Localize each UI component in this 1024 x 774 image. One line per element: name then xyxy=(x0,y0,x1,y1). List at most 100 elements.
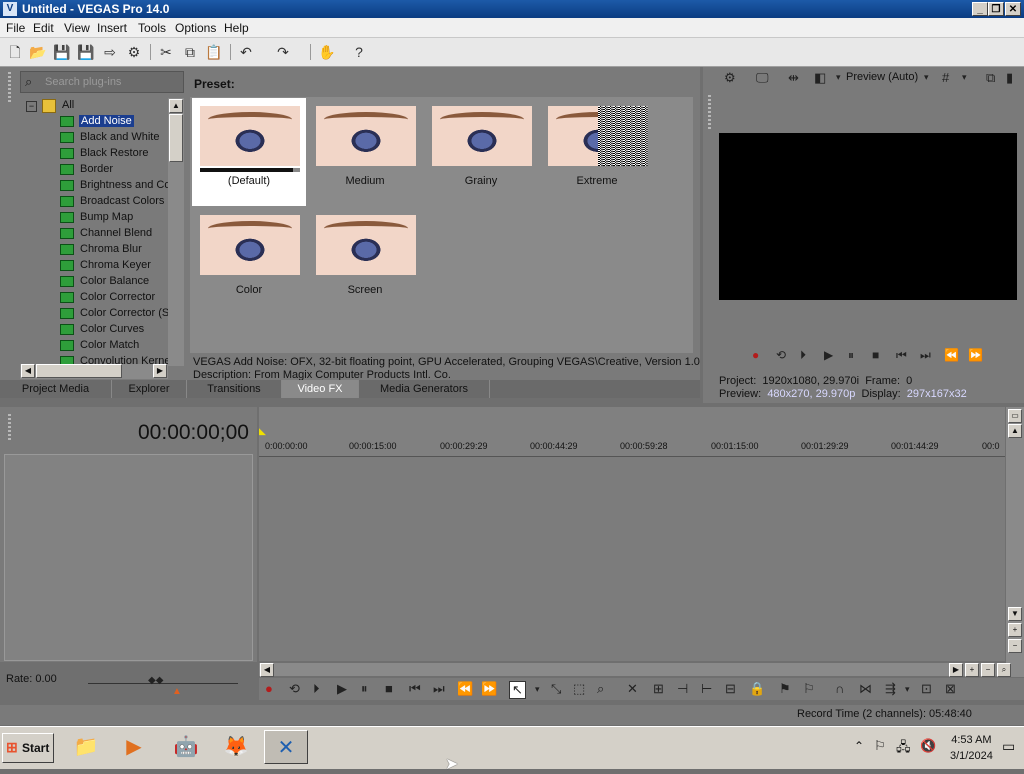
menu-insert[interactable]: Insert xyxy=(97,21,127,35)
save-as-icon[interactable]: 💾 xyxy=(77,43,95,61)
play-from-start-icon[interactable]: ⏵ xyxy=(800,348,806,363)
android-icon[interactable]: 🤖 xyxy=(164,730,208,764)
preset-extreme[interactable]: Extreme xyxy=(540,98,654,206)
next-frame-icon[interactable]: ⏩ xyxy=(481,681,497,697)
preset-grainy[interactable]: Grainy xyxy=(424,98,538,206)
preview-quality-dropdown-icon[interactable]: ▾ xyxy=(924,72,929,83)
plugin-tree-vscroll[interactable]: ▲ xyxy=(168,98,184,366)
panel-grip[interactable] xyxy=(8,414,11,442)
envelope-tool-icon[interactable]: ⤡ xyxy=(551,681,561,697)
zoom-out-icon[interactable]: − xyxy=(981,663,995,677)
chevron-down-icon[interactable]: ▾ xyxy=(905,684,910,695)
go-to-start-icon[interactable]: ⏮ xyxy=(896,348,907,363)
menu-view[interactable]: View xyxy=(64,21,90,35)
preview-quality[interactable]: Preview (Auto) xyxy=(846,71,918,83)
open-icon[interactable]: 📂 xyxy=(29,43,47,61)
firefox-icon[interactable]: 🦊 xyxy=(214,730,258,764)
go-to-end-icon[interactable]: ⏭ xyxy=(920,348,931,363)
scroll-up-icon[interactable]: ▲ xyxy=(1008,424,1022,438)
copy-snapshot-icon[interactable]: ⧉ xyxy=(986,70,995,86)
previous-frame-icon[interactable]: ⏪ xyxy=(457,681,473,697)
external-monitor-icon[interactable]: 🖵 xyxy=(756,70,769,86)
play-from-start-icon[interactable]: ⏵ xyxy=(313,681,320,697)
stop-icon[interactable]: ■ xyxy=(385,681,393,696)
split-icon[interactable]: ⊟ xyxy=(725,681,736,697)
preset-screen[interactable]: Screen xyxy=(308,207,422,315)
chevron-down-icon[interactable]: ▾ xyxy=(962,72,967,83)
tab-project-media[interactable]: Project Media xyxy=(0,380,112,398)
properties-gear-icon[interactable]: ⚙ xyxy=(125,43,143,61)
cut-icon[interactable]: ✂ xyxy=(157,43,175,61)
stop-icon[interactable]: ■ xyxy=(872,348,879,362)
trim-end-icon[interactable]: ⊢ xyxy=(701,681,712,697)
time-ruler[interactable]: ◣ 0:00:00:00 00:00:15:00 00:00:29:29 00:… xyxy=(259,426,1005,457)
record-icon[interactable]: ● xyxy=(752,348,759,362)
new-icon[interactable]: 🗋 xyxy=(6,43,24,61)
preview-settings-gear-icon[interactable]: ⚙ xyxy=(724,70,736,86)
save-snapshot-icon[interactable]: ▮ xyxy=(1006,70,1013,86)
preset-color[interactable]: Color xyxy=(192,207,306,315)
go-to-end-icon[interactable]: ⏭ xyxy=(433,681,445,697)
file-explorer-icon[interactable]: 📁 xyxy=(64,730,108,764)
previous-frame-icon[interactable]: ⏪ xyxy=(944,348,959,362)
snapping-magnet-icon[interactable]: ∩ xyxy=(835,681,844,696)
next-frame-icon[interactable]: ⏩ xyxy=(968,348,983,362)
zoom-tool-icon[interactable]: ⌕ xyxy=(997,663,1011,677)
collapse-icon[interactable]: − xyxy=(26,101,37,112)
panel-grip[interactable] xyxy=(708,95,711,131)
save-icon[interactable]: 💾 xyxy=(53,43,71,61)
scroll-thumb[interactable] xyxy=(169,114,183,162)
close-button[interactable]: ✕ xyxy=(1005,2,1021,16)
chevron-down-icon[interactable]: ▾ xyxy=(535,684,540,695)
plugin-search[interactable]: ⌕ Search plug-ins xyxy=(20,71,184,93)
trim-start-icon[interactable]: ⊣ xyxy=(677,681,688,697)
pause-icon[interactable]: ⏸ xyxy=(848,348,854,363)
pause-icon[interactable]: ⏸ xyxy=(361,681,368,697)
insert-marker-icon[interactable]: ⚑ xyxy=(779,681,791,697)
rate-slider[interactable]: ◆◆ ▲ xyxy=(88,675,238,697)
enable-snapping-hand-icon[interactable]: ✋ xyxy=(318,43,336,61)
menu-options[interactable]: Options xyxy=(175,21,216,35)
minimize-button[interactable]: _ xyxy=(972,2,988,16)
show-hidden-icons-icon[interactable]: ⌃ xyxy=(854,739,864,753)
split-screen-icon[interactable]: ⇹ xyxy=(788,70,799,86)
scroll-down-icon[interactable]: ▼ xyxy=(1008,607,1022,621)
tab-explorer[interactable]: Explorer xyxy=(112,380,187,398)
help-icon[interactable]: ? xyxy=(350,43,368,61)
ignore-grouping-icon[interactable]: ⊠ xyxy=(945,681,956,697)
menu-file[interactable]: File xyxy=(6,21,25,35)
scroll-right-icon[interactable]: ▶ xyxy=(153,364,167,378)
normal-edit-tool-icon[interactable]: ↖ xyxy=(509,681,526,699)
start-button[interactable]: ⊞ Start xyxy=(2,733,54,763)
rate-handle-icon[interactable]: ◆◆ xyxy=(148,675,163,686)
delete-icon[interactable]: ✕ xyxy=(627,681,638,697)
split-mode-icon[interactable]: ◧ xyxy=(814,70,826,86)
tab-transitions[interactable]: Transitions xyxy=(187,380,282,398)
vegas-taskbar-icon[interactable]: ✕ xyxy=(264,730,308,764)
scroll-right-icon[interactable]: ▶ xyxy=(949,663,963,677)
ripple-edit-icon[interactable]: ⇶ xyxy=(885,681,896,697)
plugin-tree-hscroll[interactable]: ◀ ▶ xyxy=(20,364,168,379)
copy-icon[interactable]: ⧉ xyxy=(181,43,199,61)
record-icon[interactable]: ● xyxy=(265,681,273,696)
timeline-tracks[interactable] xyxy=(259,457,1005,661)
render-as-icon[interactable]: ⇨ xyxy=(101,43,119,61)
trim-icon[interactable]: ⊞ xyxy=(653,681,664,697)
show-desktop-icon[interactable]: ▭ xyxy=(1002,738,1015,755)
maximize-button[interactable]: ❐ xyxy=(988,2,1004,16)
marker-icon[interactable]: ▭ xyxy=(1008,409,1022,423)
volume-muted-icon[interactable]: 🔇 xyxy=(920,738,936,754)
track-list[interactable] xyxy=(4,454,253,661)
panel-grip[interactable] xyxy=(8,72,11,102)
zoom-edit-tool-icon[interactable]: ⌕ xyxy=(597,681,604,697)
redo-icon[interactable]: ↷ xyxy=(274,43,292,61)
network-icon[interactable]: 🖧 xyxy=(896,738,911,760)
selection-tool-icon[interactable]: ⬚ xyxy=(573,681,585,697)
go-to-start-icon[interactable]: ⏮ xyxy=(409,681,421,697)
insert-region-icon[interactable]: ⚐ xyxy=(803,681,815,697)
undo-icon[interactable]: ↶ xyxy=(237,43,255,61)
tab-media-generators[interactable]: Media Generators xyxy=(359,380,490,398)
play-icon[interactable]: ▶ xyxy=(824,348,833,362)
clock[interactable]: 4:53 AM 3/1/2024 xyxy=(950,732,993,764)
preset-default[interactable]: (Default) xyxy=(192,98,306,206)
